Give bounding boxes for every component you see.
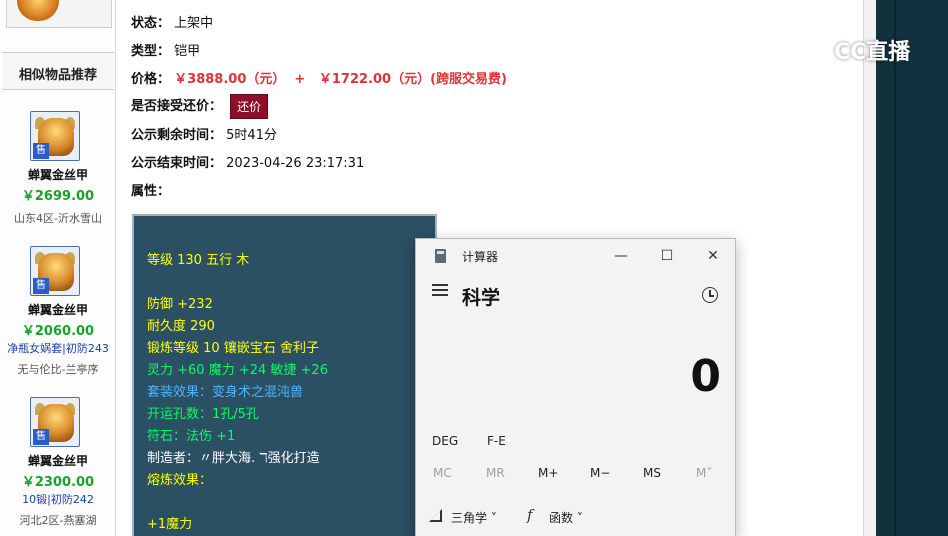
item-name[interactable]: 蝉翼金丝甲 — [0, 452, 116, 469]
end-label: 公示结束时间： — [131, 156, 223, 171]
attr-forge-gem: 锻炼等级 10 镶嵌宝石 舍利子 — [147, 341, 319, 356]
function-dropdown[interactable]: 函数 ˅ — [549, 509, 583, 526]
memory-recall-button[interactable]: MR — [486, 466, 505, 480]
sell-badge: 售 — [33, 278, 49, 294]
sell-badge: 售 — [33, 429, 49, 445]
remaining-label: 公示剩余时间： — [131, 128, 223, 143]
price-row: 价格： ￥3888.00（元） + ￥1722.00（元）(跨服交易费) — [131, 68, 507, 87]
cc-logo-icon — [796, 34, 828, 66]
memory-store-button[interactable]: MS — [643, 466, 661, 480]
type-row: 类型： 铠甲 — [131, 40, 200, 59]
end-time-row: 公示结束时间： 2023-04-26 23:17:31 — [131, 152, 364, 171]
watermark-text: CC直播 — [834, 40, 911, 65]
item-price: ￥2300.00 — [21, 475, 95, 490]
attr-holes: 开运孔数：1孔/5孔 — [147, 407, 259, 422]
price-value: ￥3888.00（元） + ￥1722.00（元）(跨服交易费) — [174, 72, 507, 87]
recommend-item[interactable]: 售 蝉翼金丝甲 ￥2300.00 10锻|初防242 河北2区-燕塞湖 — [0, 397, 116, 536]
fe-button[interactable]: F-E — [487, 434, 506, 448]
price-label: 价格： — [131, 72, 171, 87]
recommend-item[interactable]: 售 蝉翼金丝甲 ￥2060.00 净瓶女娲套|初防243 无与伦比-兰亭序 — [0, 246, 116, 396]
calculator-mode-title: 科学 — [462, 287, 501, 309]
attributes-row: 属性： — [131, 180, 170, 199]
attr-stats: 灵力 +60 魔力 +24 敏捷 +26 — [147, 363, 328, 378]
bargain-label: 是否接受还价： — [131, 99, 223, 114]
calculator-display: 0 — [690, 351, 721, 402]
attributes-panel: 等级 130 五行 木 防御 +232 耐久度 290 锻炼等级 10 镶嵌宝石… — [132, 214, 437, 536]
sell-badge: 售 — [33, 143, 49, 159]
attr-level-element: 等级 130 五行 木 — [147, 253, 250, 268]
item-server: 无与伦比-兰亭序 — [17, 363, 99, 376]
type-value: 铠甲 — [174, 44, 201, 59]
calculator-title: 计算器 — [462, 250, 499, 264]
attributes-label: 属性： — [131, 184, 171, 199]
cc-live-watermark: CC直播 — [796, 34, 910, 66]
attr-smelt-label: 熔炼效果： — [147, 473, 213, 488]
item-price: ￥2060.00 — [21, 324, 95, 339]
status-row: 状态： 上架中 — [131, 12, 213, 31]
deg-button[interactable]: DEG — [432, 434, 458, 448]
function-icon: f — [527, 506, 533, 524]
type-label: 类型： — [131, 44, 171, 59]
sidebar-header: 相似物品推荐 — [2, 52, 114, 90]
attr-set-effect: 套装效果：变身术之混沌兽 — [147, 385, 304, 400]
item-extra: 净瓶女娲套|初防243 — [7, 342, 109, 355]
memory-clear-button[interactable]: MC — [433, 466, 452, 480]
bargain-button[interactable]: 还价 — [230, 94, 269, 119]
memory-add-button[interactable]: M+ — [538, 466, 558, 480]
calculator-app-icon — [435, 249, 446, 263]
similar-items-sidebar: 相似物品推荐 售 蝉翼金丝甲 ￥2699.00 山东4区-沂水雪山 售 蝉翼金丝… — [0, 0, 116, 536]
triangle-icon — [429, 509, 443, 523]
close-button[interactable]: ✕ — [693, 243, 733, 269]
sidebar-title: 相似物品推荐 — [18, 68, 97, 83]
item-server: 山东4区-沂水雪山 — [14, 212, 102, 225]
remaining-value: 5时41分 — [226, 128, 277, 143]
status-label: 状态： — [131, 16, 171, 31]
page-scrollbar[interactable] — [863, 0, 876, 536]
end-value: 2023-04-26 23:17:31 — [226, 156, 365, 171]
item-extra: 10锻|初防242 — [22, 493, 94, 506]
remaining-time-row: 公示剩余时间： 5时41分 — [131, 124, 277, 143]
attr-smelt-value: +1魔力 — [147, 517, 193, 532]
minimize-button[interactable]: — — [601, 243, 641, 269]
calculator-window[interactable]: 计算器 — ☐ ✕ 科学 0 DEG F-E MC MR M+ M− MS M˅… — [415, 238, 736, 536]
stream-background — [876, 0, 948, 536]
calculator-titlebar[interactable]: 计算器 — ☐ ✕ — [416, 239, 735, 271]
attr-maker: 制造者：〃胖大海. ℸ强化打造 — [147, 451, 320, 466]
history-icon[interactable] — [702, 287, 718, 303]
recommend-item[interactable]: 售 蝉翼金丝甲 ￥2699.00 山东4区-沂水雪山 — [0, 111, 116, 261]
hamburger-menu-icon[interactable] — [432, 284, 448, 298]
item-server: 河北2区-燕塞湖 — [19, 514, 97, 527]
item-thumbnail-top[interactable] — [6, 0, 112, 28]
item-price: ￥2699.00 — [21, 189, 95, 204]
attr-defense: 防御 +232 — [147, 297, 213, 312]
status-value: 上架中 — [174, 16, 214, 31]
trigonometry-dropdown[interactable]: 三角学 ˅ — [451, 509, 497, 526]
memory-list-button[interactable]: M˅ — [696, 466, 712, 480]
attr-durability: 耐久度 290 — [147, 319, 215, 334]
bargain-row: 是否接受还价： 还价 — [131, 94, 269, 119]
item-name[interactable]: 蝉翼金丝甲 — [0, 301, 116, 318]
attr-rune: 符石：法伤 +1 — [147, 429, 236, 444]
maximize-button[interactable]: ☐ — [647, 243, 687, 269]
item-name[interactable]: 蝉翼金丝甲 — [0, 166, 116, 183]
memory-subtract-button[interactable]: M− — [590, 466, 610, 480]
